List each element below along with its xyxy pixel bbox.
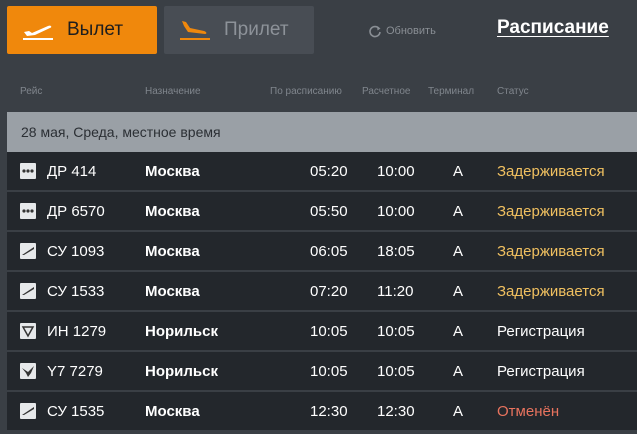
status-text: Задерживается bbox=[497, 203, 605, 220]
airline-logo-icon bbox=[20, 163, 36, 179]
status-text: Задерживается bbox=[497, 243, 605, 260]
flight-number: ИН 1279 bbox=[47, 323, 107, 340]
col-scheduled: По расписанию bbox=[270, 86, 342, 97]
tab-departures[interactable]: Вылет bbox=[7, 6, 157, 54]
plane-takeoff-icon bbox=[23, 25, 53, 40]
terminal: A bbox=[453, 363, 464, 380]
column-headers: Рейс Назначение По расписанию Расчетное … bbox=[0, 86, 637, 100]
col-flight: Рейс bbox=[20, 86, 43, 97]
flight-number: СУ 1535 bbox=[47, 403, 105, 420]
destination: Москва bbox=[145, 243, 200, 260]
scheduled-time: 10:05 bbox=[310, 323, 348, 340]
terminal: A bbox=[453, 203, 464, 220]
destination: Москва bbox=[145, 163, 200, 180]
airline-logo-icon bbox=[20, 363, 36, 379]
estimated-time: 10:05 bbox=[377, 363, 415, 380]
status-text: Отменён bbox=[497, 403, 560, 420]
scheduled-time: 10:05 bbox=[310, 363, 348, 380]
terminal: A bbox=[453, 243, 464, 260]
flight-number: СУ 1533 bbox=[47, 283, 105, 300]
scheduled-time: 05:20 bbox=[310, 163, 348, 180]
estimated-time: 12:30 bbox=[377, 403, 415, 420]
status-text: Регистрация bbox=[497, 323, 585, 340]
col-status: Статус bbox=[497, 86, 529, 97]
estimated-time: 10:00 bbox=[377, 203, 415, 220]
flight-row[interactable]: СУ 1093 Москва 06:05 18:05 A Задерживается bbox=[7, 232, 637, 272]
estimated-time: 10:00 bbox=[377, 163, 415, 180]
flight-row[interactable]: СУ 1535 Москва 12:30 12:30 A Отменён bbox=[7, 392, 637, 432]
refresh-label: Обновить bbox=[386, 25, 436, 37]
col-estimated: Расчетное bbox=[362, 86, 411, 97]
destination: Москва bbox=[145, 403, 200, 420]
terminal: A bbox=[453, 283, 464, 300]
terminal: A bbox=[453, 323, 464, 340]
flight-number: СУ 1093 bbox=[47, 243, 105, 260]
airline-logo-icon bbox=[20, 403, 36, 419]
scheduled-time: 05:50 bbox=[310, 203, 348, 220]
flight-row[interactable]: Y7 7279 Норильск 10:05 10:05 A Регистрация bbox=[7, 352, 637, 392]
flight-row[interactable]: ДР 414 Москва 05:20 10:00 A Задерживается bbox=[7, 152, 637, 192]
estimated-time: 11:20 bbox=[377, 283, 414, 300]
airline-logo-icon bbox=[20, 323, 36, 339]
estimated-time: 18:05 bbox=[377, 243, 415, 260]
flight-number: Y7 7279 bbox=[47, 363, 103, 380]
airline-logo-icon bbox=[20, 243, 36, 259]
destination: Норильск bbox=[145, 363, 218, 380]
flight-number: ДР 414 bbox=[47, 163, 97, 180]
flight-row[interactable]: СУ 1533 Москва 07:20 11:20 A Задерживается bbox=[7, 272, 637, 312]
tab-arrivals-label: Прилет bbox=[224, 19, 289, 40]
status-text: Задерживается bbox=[497, 283, 605, 300]
col-terminal: Терминал bbox=[428, 86, 475, 97]
plane-landing-icon bbox=[180, 21, 210, 40]
terminal: A bbox=[453, 403, 464, 420]
refresh-button[interactable]: Обновить bbox=[368, 24, 436, 38]
destination: Москва bbox=[145, 283, 200, 300]
refresh-icon bbox=[369, 25, 381, 38]
schedule-link[interactable]: Расписание bbox=[497, 17, 609, 39]
flight-row[interactable]: ДР 6570 Москва 05:50 10:00 A Задерживается bbox=[7, 192, 637, 232]
destination: Норильск bbox=[145, 323, 218, 340]
scheduled-time: 07:20 bbox=[310, 283, 348, 300]
tab-departures-label: Вылет bbox=[67, 19, 124, 40]
tab-arrivals[interactable]: Прилет bbox=[164, 6, 314, 54]
status-text: Регистрация bbox=[497, 363, 585, 380]
scheduled-time: 12:30 bbox=[310, 403, 348, 420]
estimated-time: 10:05 bbox=[377, 323, 415, 340]
flight-row[interactable]: ИН 1279 Норильск 10:05 10:05 A Регистрация bbox=[7, 312, 637, 352]
flight-number: ДР 6570 bbox=[47, 203, 105, 220]
scheduled-time: 06:05 bbox=[310, 243, 348, 260]
flight-list: ДР 414 Москва 05:20 10:00 A Задерживается ДР 6… bbox=[7, 152, 637, 432]
top-bar: Вылет Прилет Обновить Расписание bbox=[0, 0, 637, 62]
terminal: A bbox=[453, 163, 464, 180]
destination: Москва bbox=[145, 203, 200, 220]
airline-logo-icon bbox=[20, 203, 36, 219]
status-text: Задерживается bbox=[497, 163, 605, 180]
date-header: 28 мая, Среда, местное время bbox=[7, 112, 637, 152]
airline-logo-icon bbox=[20, 283, 36, 299]
col-destination: Назначение bbox=[145, 86, 201, 97]
